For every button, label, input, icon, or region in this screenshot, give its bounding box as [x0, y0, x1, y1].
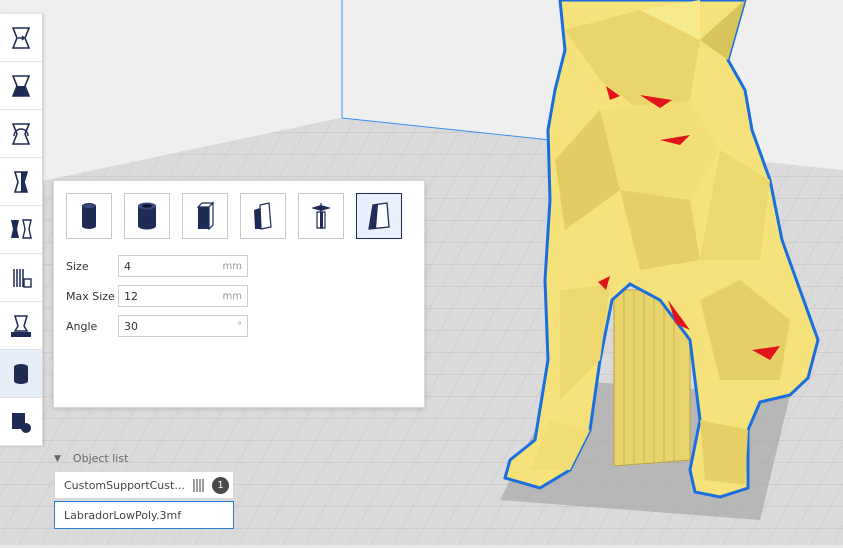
size-label: Size	[66, 259, 89, 273]
per-model-settings-icon	[11, 218, 32, 239]
max-size-input[interactable]: 12 mm	[118, 285, 248, 307]
object-list-item[interactable]: CustomSupportCust... 1	[54, 471, 234, 499]
support-type-tube-button[interactable]	[124, 193, 170, 239]
rotate-tool-button[interactable]	[0, 110, 42, 158]
object-list-title: Object list	[72, 452, 129, 465]
max-size-label: Max Size	[66, 289, 115, 303]
freeform-icon	[311, 203, 331, 229]
tube-icon	[138, 202, 156, 230]
support-blocker-button[interactable]	[0, 254, 42, 302]
move-icon	[11, 26, 31, 49]
angle-label: Angle	[66, 319, 98, 333]
angle-unit: °	[237, 320, 242, 332]
custom-supports-panel: Size 4 mm Max Size 12 mm Angle 30 °	[53, 180, 425, 408]
mirror-icon	[13, 170, 29, 193]
support-type-cylinder-button[interactable]	[66, 193, 112, 239]
support-pillar-icon	[193, 479, 204, 492]
angle-row: Angle 30 °	[66, 314, 248, 338]
support-type-custom-button[interactable]	[356, 193, 402, 239]
custom-supports-tool-button[interactable]	[0, 350, 42, 398]
cylinder-icon	[82, 203, 96, 229]
object-name: CustomSupportCust...	[64, 478, 185, 492]
measure-tool-button[interactable]	[0, 302, 42, 350]
object-list-toggle[interactable]: ▼ Object list	[54, 452, 128, 465]
abutment-icon	[254, 202, 272, 230]
support-type-selector	[66, 193, 402, 239]
angle-value: 30	[124, 319, 138, 333]
size-row: Size 4 mm	[66, 254, 248, 278]
chevron-down-icon: ▼	[54, 453, 61, 464]
cube-icon	[196, 201, 215, 231]
measure-icon	[11, 314, 31, 337]
support-eraser-tool-button[interactable]	[0, 398, 42, 446]
support-type-freeform-button[interactable]	[298, 193, 344, 239]
support-blocker-icon	[13, 268, 32, 288]
size-value: 4	[124, 259, 131, 273]
scale-icon	[11, 74, 31, 97]
tapered-support-icon	[368, 202, 390, 230]
size-input[interactable]: 4 mm	[118, 255, 248, 277]
eraser-icon	[12, 412, 31, 433]
object-list-item-selected[interactable]: LabradorLowPoly.3mf	[54, 501, 234, 529]
rotate-icon	[11, 122, 31, 145]
size-unit: mm	[222, 260, 242, 272]
support-type-abutment-button[interactable]	[240, 193, 286, 239]
max-size-row: Max Size 12 mm	[66, 284, 248, 308]
per-model-settings-button[interactable]	[0, 206, 42, 254]
object-name: LabradorLowPoly.3mf	[64, 508, 182, 522]
angle-input[interactable]: 30 °	[118, 315, 248, 337]
cylinder-support-icon	[14, 363, 28, 384]
max-size-unit: mm	[222, 290, 242, 302]
move-tool-button[interactable]	[0, 14, 42, 62]
scale-tool-button[interactable]	[0, 62, 42, 110]
tool-sidebar	[0, 14, 43, 446]
mirror-tool-button[interactable]	[0, 158, 42, 206]
support-type-cube-button[interactable]	[182, 193, 228, 239]
extruder-badge: 1	[212, 477, 229, 494]
max-size-value: 12	[124, 289, 138, 303]
